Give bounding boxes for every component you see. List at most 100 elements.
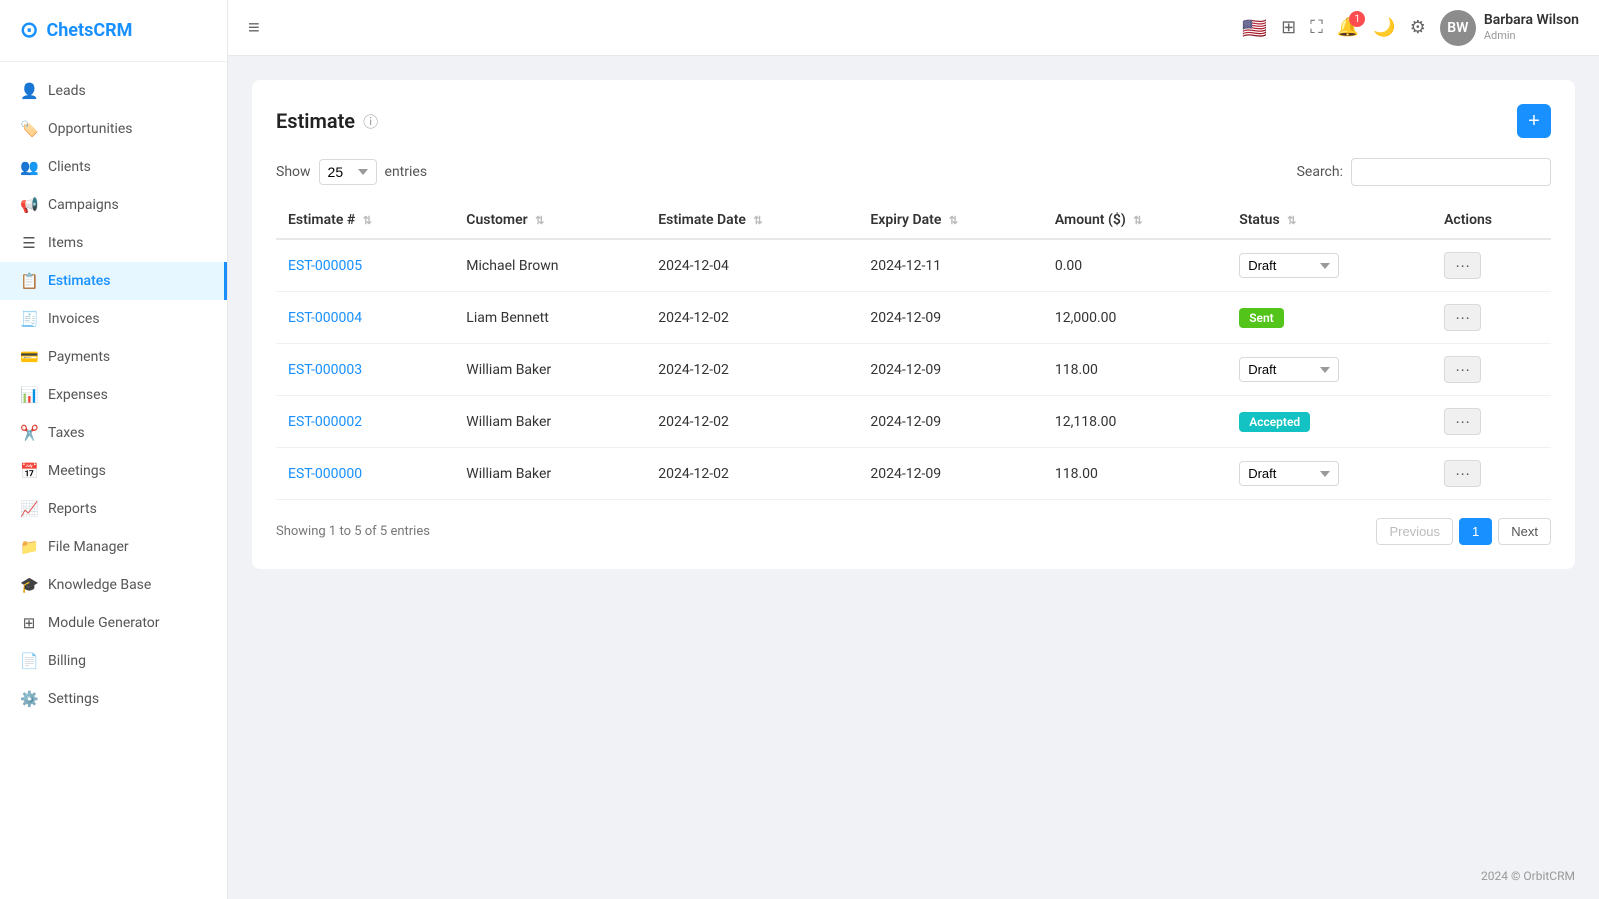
actions-cell: ···: [1432, 292, 1551, 344]
sidebar-item-payments[interactable]: 💳Payments: [0, 338, 227, 376]
expiry-date-cell: 2024-12-09: [858, 292, 1042, 344]
previous-button[interactable]: Previous: [1376, 518, 1453, 545]
search-input[interactable]: [1351, 158, 1551, 186]
col-expiry-date[interactable]: Expiry Date ⇅: [858, 202, 1042, 239]
col-estimate-no[interactable]: Estimate # ⇅: [276, 202, 454, 239]
sidebar-item-label: Expenses: [48, 387, 108, 403]
action-button[interactable]: ···: [1444, 408, 1481, 435]
estimate-date-cell: 2024-12-02: [646, 396, 858, 448]
sidebar-item-clients[interactable]: 👥Clients: [0, 148, 227, 186]
sidebar-item-reports[interactable]: 📈Reports: [0, 490, 227, 528]
sidebar-item-label: Campaigns: [48, 197, 119, 213]
pagination: Previous 1 Next: [1376, 518, 1551, 545]
sidebar-item-file-manager[interactable]: 📁 File Manager: [0, 528, 227, 566]
sidebar-item-label: Knowledge Base: [48, 577, 151, 593]
sidebar-item-knowledge-base[interactable]: 🎓Knowledge Base: [0, 566, 227, 604]
estimate-link[interactable]: EST-000002: [288, 414, 362, 430]
status-cell: DraftSentAccepted: [1227, 448, 1432, 500]
sidebar-item-expenses[interactable]: 📊Expenses: [0, 376, 227, 414]
settings-icon: ⚙️: [20, 690, 38, 708]
avatar-name: Barbara Wilson: [1484, 11, 1579, 29]
entries-label: entries: [385, 164, 428, 180]
page-1-button[interactable]: 1: [1459, 518, 1492, 545]
estimate-link[interactable]: EST-000004: [288, 310, 362, 326]
main-wrapper: ≡ 🇺🇸 ⊞ ⛶ 🔔 1 🌙 ⚙ BW Barbara Wilson Admin: [228, 0, 1599, 899]
sidebar-item-label: Leads: [48, 83, 86, 99]
sidebar-item-module-generator[interactable]: ⊞Module Generator: [0, 604, 227, 642]
sidebar-item-label: Opportunities: [48, 121, 133, 137]
col-customer[interactable]: Customer ⇅: [454, 202, 646, 239]
sidebar-item-billing[interactable]: 📄Billing: [0, 642, 227, 680]
sidebar-item-label: File Manager: [48, 539, 129, 555]
status-draft-select[interactable]: DraftSentAccepted: [1239, 253, 1339, 278]
settings-icon[interactable]: ⚙: [1410, 17, 1426, 38]
action-button[interactable]: ···: [1444, 252, 1481, 279]
items-icon: ☰: [20, 234, 38, 252]
sidebar-item-items[interactable]: ☰ Items: [0, 224, 227, 262]
footer-text: 2024 © OrbitCRM: [1481, 869, 1575, 883]
logo[interactable]: ⊙ ChetsCRM: [0, 0, 227, 62]
table-row: EST-000004 Liam Bennett 2024-12-02 2024-…: [276, 292, 1551, 344]
fullscreen-icon[interactable]: ⛶: [1310, 17, 1323, 38]
sidebar-item-meetings[interactable]: 📅Meetings: [0, 452, 227, 490]
sidebar-item-label: Invoices: [48, 311, 100, 327]
sidebar-item-label: Estimates: [48, 273, 110, 289]
next-button[interactable]: Next: [1498, 518, 1551, 545]
avatar-info: Barbara Wilson Admin: [1484, 11, 1579, 43]
hamburger-icon[interactable]: ≡: [248, 15, 260, 40]
entries-select[interactable]: 25 10 50 100: [319, 159, 377, 185]
status-draft-select[interactable]: DraftSentAccepted: [1239, 461, 1339, 486]
add-button[interactable]: +: [1517, 104, 1551, 138]
col-actions: Actions: [1432, 202, 1551, 239]
sidebar-item-estimates[interactable]: 📋 Estimates: [0, 262, 227, 300]
table-row: EST-000005 Michael Brown 2024-12-04 2024…: [276, 239, 1551, 292]
reports-icon: 📈: [20, 500, 38, 518]
estimate-link[interactable]: EST-000005: [288, 258, 362, 274]
action-button[interactable]: ···: [1444, 460, 1481, 487]
meetings-icon: 📅: [20, 462, 38, 480]
notification-icon[interactable]: 🔔 1: [1337, 17, 1359, 38]
actions-cell: ···: [1432, 344, 1551, 396]
sidebar-nav: 👤Leads🏷️Opportunities👥Clients📢Campaigns☰…: [0, 62, 227, 899]
show-entries: Show 25 10 50 100 entries: [276, 159, 427, 185]
info-icon[interactable]: ⓘ: [363, 111, 378, 132]
expiry-date-cell: 2024-12-09: [858, 344, 1042, 396]
estimate-date-cell: 2024-12-02: [646, 448, 858, 500]
sidebar-item-taxes[interactable]: ✂️Taxes: [0, 414, 227, 452]
module-generator-icon: ⊞: [20, 614, 38, 632]
theme-icon[interactable]: 🌙: [1373, 17, 1395, 38]
status-cell: DraftSentAccepted: [1227, 239, 1432, 292]
sidebar-item-settings[interactable]: ⚙️Settings: [0, 680, 227, 718]
flag-icon[interactable]: 🇺🇸: [1242, 16, 1267, 40]
col-estimate-date[interactable]: Estimate Date ⇅: [646, 202, 858, 239]
table-row: EST-000003 William Baker 2024-12-02 2024…: [276, 344, 1551, 396]
avatar-role: Admin: [1484, 29, 1579, 43]
sidebar-item-label: Clients: [48, 159, 91, 175]
table-header: Estimate # ⇅ Customer ⇅ Estimate Date ⇅ …: [276, 202, 1551, 239]
estimate-date-cell: 2024-12-02: [646, 292, 858, 344]
taxes-icon: ✂️: [20, 424, 38, 442]
status-badge-accepted: Accepted: [1239, 412, 1310, 432]
sidebar-item-label: Items: [48, 235, 83, 251]
user-avatar-wrap[interactable]: BW Barbara Wilson Admin: [1440, 10, 1579, 46]
action-button[interactable]: ···: [1444, 304, 1481, 331]
file-manager-icon: 📁: [20, 538, 38, 556]
grid-icon[interactable]: ⊞: [1281, 17, 1296, 38]
status-draft-select[interactable]: DraftSentAccepted: [1239, 357, 1339, 382]
sidebar-item-opportunities[interactable]: 🏷️Opportunities: [0, 110, 227, 148]
sidebar-item-campaigns[interactable]: 📢Campaigns: [0, 186, 227, 224]
sidebar-item-leads[interactable]: 👤 Leads: [0, 72, 227, 110]
action-button[interactable]: ···: [1444, 356, 1481, 383]
sidebar-item-invoices[interactable]: 🧾Invoices: [0, 300, 227, 338]
customer-cell: Liam Bennett: [454, 292, 646, 344]
estimate-link[interactable]: EST-000000: [288, 466, 362, 482]
actions-cell: ···: [1432, 239, 1551, 292]
estimate-link[interactable]: EST-000003: [288, 362, 362, 378]
col-amount[interactable]: Amount ($) ⇅: [1043, 202, 1227, 239]
col-status[interactable]: Status ⇅: [1227, 202, 1432, 239]
table-controls: Show 25 10 50 100 entries Search:: [276, 158, 1551, 186]
page-title-wrap: Estimate ⓘ: [276, 109, 378, 133]
logo-text: ChetsCRM: [46, 20, 132, 41]
leads-icon: 👤: [20, 82, 38, 100]
estimates-icon: 📋: [20, 272, 38, 290]
